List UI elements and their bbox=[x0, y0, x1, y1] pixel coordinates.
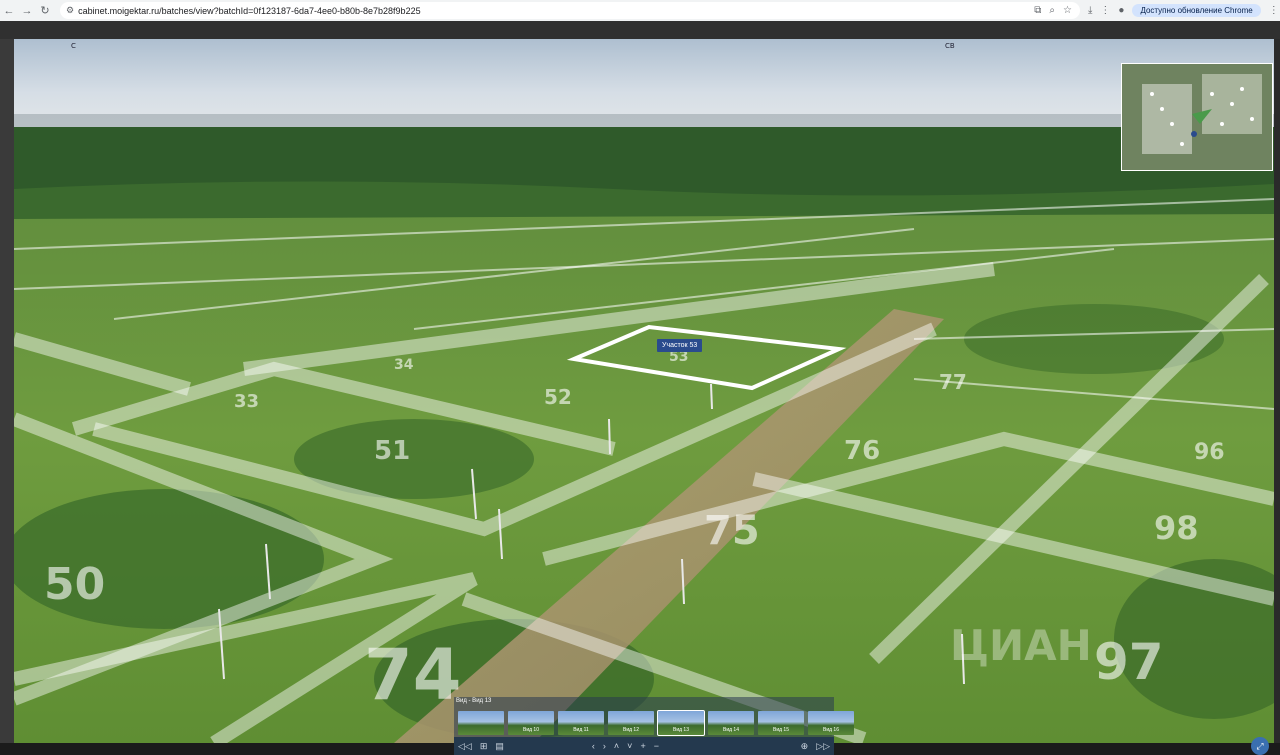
thumbnail[interactable]: Вид 14 bbox=[708, 711, 754, 735]
thumbnail-strip: Вид 10 Вид 11 Вид 12 Вид 13 Вид 14 Вид 1… bbox=[454, 710, 854, 736]
site-info-icon[interactable]: ⚙ bbox=[66, 5, 74, 16]
plot-number: 74 bbox=[364, 634, 461, 716]
map-view-icon[interactable]: ▤ bbox=[491, 741, 508, 752]
plot-number: 96 bbox=[1194, 440, 1225, 465]
thumbnail-active[interactable]: Вид 13 bbox=[657, 710, 705, 736]
plot-number: 50 bbox=[44, 559, 105, 610]
extensions-icon[interactable]: ⋮ bbox=[1100, 5, 1110, 16]
chrome-update-button[interactable]: Доступно обновление Chrome bbox=[1132, 4, 1261, 17]
thumbnail[interactable] bbox=[458, 711, 504, 735]
minimap[interactable] bbox=[1121, 63, 1273, 171]
thumbnail[interactable]: Вид 11 bbox=[558, 711, 604, 735]
zoom-icon[interactable]: ⌕ bbox=[1049, 5, 1055, 16]
plot-number: 34 bbox=[394, 357, 414, 373]
thumbnail[interactable]: Вид 12 bbox=[608, 711, 654, 735]
back-icon[interactable]: ← bbox=[0, 5, 18, 17]
compass-north-label: С bbox=[71, 42, 76, 50]
plot-number: 51 bbox=[374, 436, 410, 466]
forward-icon[interactable]: → bbox=[18, 5, 36, 17]
fast-forward-icon[interactable]: ▷▷ bbox=[812, 741, 834, 752]
download-icon[interactable]: ⤓ bbox=[1088, 5, 1092, 16]
plot-number: 97 bbox=[1094, 633, 1164, 691]
rewind-icon[interactable]: ◁◁ bbox=[454, 741, 476, 752]
profile-icon[interactable]: ● bbox=[1118, 5, 1124, 16]
address-bar[interactable]: ⚙ cabinet.moigektar.ru/batches/view?batc… bbox=[60, 2, 1080, 19]
page-header-strip bbox=[0, 21, 1280, 39]
gallery-controls: ◁◁ ⊞ ▤ ‹ › ˄ ˅ + − ⊕ ▷▷ bbox=[454, 737, 834, 755]
plot-number: 33 bbox=[234, 391, 259, 412]
thumbnail[interactable]: Вид 15 bbox=[758, 711, 804, 735]
left-edge bbox=[0, 39, 14, 743]
gallery-title: Вид - Вид 13 bbox=[456, 698, 492, 704]
browser-toolbar: ← → ↻ ⚙ cabinet.moigektar.ru/batches/vie… bbox=[0, 0, 1280, 21]
plot-number: 76 bbox=[844, 436, 880, 466]
plot-tooltip[interactable]: Участок 53 bbox=[657, 339, 703, 352]
grid-view-icon[interactable]: ⊞ bbox=[476, 741, 492, 752]
panorama-viewer: 74 75 76 77 50 51 52 53 33 34 96 97 98 С… bbox=[0, 21, 1280, 755]
compass-northeast-label: СВ bbox=[945, 42, 955, 50]
install-icon[interactable]: ⧉ bbox=[1034, 5, 1041, 16]
plot-number: 52 bbox=[544, 385, 572, 409]
reload-icon[interactable]: ↻ bbox=[36, 4, 54, 17]
fullscreen-icon[interactable]: ⤢ bbox=[1251, 737, 1269, 755]
bookmark-icon[interactable]: ☆ bbox=[1063, 5, 1072, 16]
address-url[interactable]: cabinet.moigektar.ru/batches/view?batchI… bbox=[78, 6, 421, 16]
view-gallery: Вид - Вид 13 Вид 10 Вид 11 Вид 12 Вид 13… bbox=[454, 697, 854, 755]
plot-number: 77 bbox=[939, 370, 967, 394]
plot-number: 98 bbox=[1154, 509, 1199, 547]
plot-number: 75 bbox=[704, 508, 760, 554]
thumbnail[interactable]: Вид 16 bbox=[808, 711, 854, 735]
download-view-icon[interactable]: ⊕ bbox=[797, 741, 813, 752]
thumbnail[interactable]: Вид 10 bbox=[508, 711, 554, 735]
watermark-text: ЦИАН bbox=[950, 621, 1092, 670]
menu-icon[interactable]: ⋮ bbox=[1269, 5, 1279, 16]
